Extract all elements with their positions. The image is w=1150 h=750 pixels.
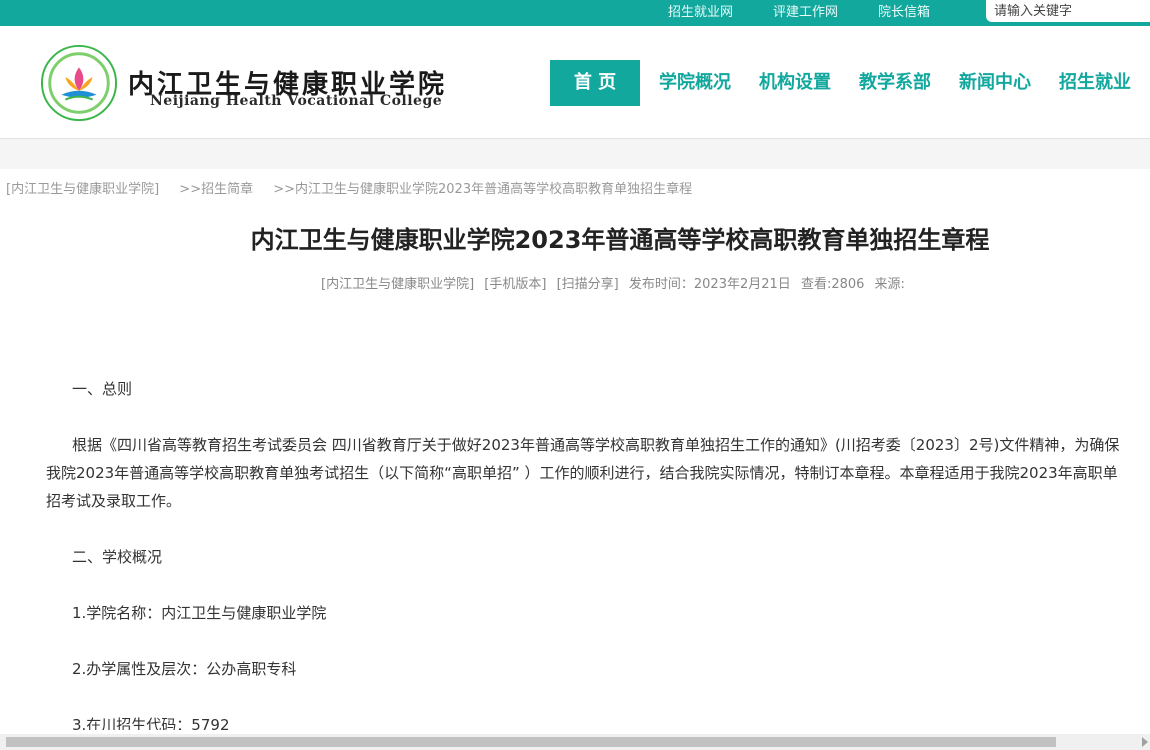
breadcrumb: [内江卫生与健康职业学院] >>招生简章 >>内江卫生与健康职业学院2023年普… (6, 178, 692, 197)
search-input[interactable] (986, 0, 1150, 23)
top-link-evaluation[interactable]: 评建工作网 (773, 4, 838, 22)
article-body: 一、总则 根据《四川省高等教育招生考试委员会 四川省教育厅关于做好2023年普通… (46, 375, 1150, 730)
school-name-en: Neijiang Health Vocational College (150, 93, 443, 109)
breadcrumb-home[interactable]: [内江卫生与健康职业学院] (6, 182, 159, 197)
top-link-mailbox[interactable]: 院长信箱 (878, 4, 930, 22)
meta-scan-share-link[interactable]: [扫描分享] (557, 277, 619, 292)
top-links: 招生就业网 评建工作网 院长信箱 (668, 0, 930, 26)
section-heading: 一、总则 (72, 380, 133, 398)
top-link-admissions[interactable]: 招生就业网 (668, 4, 733, 22)
meta-source: 来源: (874, 277, 905, 292)
nav-home[interactable]: 首 页 (550, 60, 640, 106)
paragraph-line: 我院2023年普通高等学校高职教育单独考试招生（以下简称“高职单招” ）工作的顺… (46, 464, 1118, 482)
nav-departments-admin[interactable]: 机构设置 (745, 60, 845, 106)
nav-teaching-departments[interactable]: 教学系部 (845, 60, 945, 106)
header-divider-band (0, 139, 1150, 169)
list-item: 3.在川招生代码：5792 (72, 716, 230, 730)
scrollbar-thumb[interactable] (6, 737, 1056, 747)
main-nav: 首 页 学院概况 机构设置 教学系部 新闻中心 招生就业 (550, 60, 1145, 106)
college-logo-icon[interactable] (40, 44, 118, 122)
horizontal-scrollbar[interactable] (0, 734, 1150, 750)
site-header: 内江卫生与健康职业学院 Neijiang Health Vocational C… (0, 26, 1150, 139)
section-heading: 二、学校概况 (72, 548, 163, 566)
nav-admissions[interactable]: 招生就业 (1045, 60, 1145, 106)
list-item: 1.学院名称：内江卫生与健康职业学院 (72, 604, 327, 622)
nav-news[interactable]: 新闻中心 (945, 60, 1045, 106)
scroll-right-arrow-icon[interactable] (1142, 737, 1148, 747)
meta-publish-date: 发布时间：2023年2月21日 (628, 277, 791, 292)
breadcrumb-category[interactable]: >>招生简章 (179, 182, 253, 197)
meta-mobile-link[interactable]: [手机版本] (484, 277, 546, 292)
paragraph-line: 根据《四川省高等教育招生考试委员会 四川省教育厅关于做好2023年普通高等学校高… (72, 436, 1120, 454)
top-bar: 招生就业网 评建工作网 院长信箱 (0, 0, 1150, 26)
article-title: 内江卫生与健康职业学院2023年普通高等学校高职教育单独招生章程 (250, 226, 990, 254)
article-meta: [内江卫生与健康职业学院] [手机版本] [扫描分享] 发布时间：2023年2月… (321, 273, 911, 292)
meta-site-link[interactable]: [内江卫生与健康职业学院] (321, 277, 474, 292)
meta-view-count: 查看:2806 (800, 277, 865, 292)
nav-about[interactable]: 学院概况 (645, 60, 745, 106)
search-box (986, 0, 1150, 23)
list-item: 2.办学属性及层次：公办高职专科 (72, 660, 297, 678)
paragraph-line: 招考试及录取工作。 (46, 492, 182, 510)
breadcrumb-current[interactable]: >>内江卫生与健康职业学院2023年普通高等学校高职教育单独招生章程 (273, 182, 692, 197)
